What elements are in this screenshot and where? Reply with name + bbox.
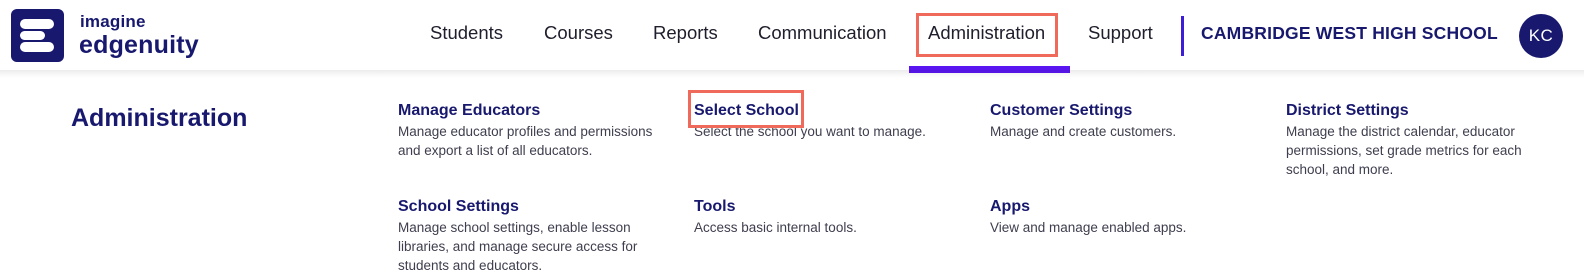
brand-line-2: edgenuity [79, 31, 199, 59]
menu-item-customer-settings: Customer Settings Manage and create cust… [990, 101, 1270, 141]
nav-support[interactable]: Support [1088, 22, 1153, 44]
school-settings-description: Manage school settings, enable lesson li… [398, 220, 638, 273]
menu-item-apps: Apps View and manage enabled apps. [990, 197, 1270, 237]
header-shadow [0, 70, 1584, 78]
manage-educators-link[interactable]: Manage Educators [398, 101, 540, 121]
menu-item-manage-educators: Manage Educators Manage educator profile… [398, 101, 678, 160]
customer-settings-link[interactable]: Customer Settings [990, 101, 1132, 121]
nav-communication[interactable]: Communication [758, 22, 887, 44]
brand-line-1: imagine [80, 12, 146, 31]
user-initials: KC [1528, 26, 1554, 45]
school-name[interactable]: CAMBRIDGE WEST HIGH SCHOOL [1201, 23, 1498, 44]
nav-students[interactable]: Students [430, 22, 503, 44]
nav-reports[interactable]: Reports [653, 22, 718, 44]
apps-description: View and manage enabled apps. [990, 220, 1187, 235]
menu-item-school-settings: School Settings Manage school settings, … [398, 197, 678, 275]
user-avatar[interactable]: KC [1519, 14, 1563, 58]
apps-link[interactable]: Apps [990, 197, 1030, 217]
tools-description: Access basic internal tools. [694, 220, 857, 235]
nav-courses[interactable]: Courses [544, 22, 613, 44]
manage-educators-description: Manage educator profiles and permissions… [398, 124, 653, 158]
customer-settings-description: Manage and create customers. [990, 124, 1177, 139]
district-settings-description: Manage the district calendar, educator p… [1286, 124, 1522, 177]
administration-highlight-box [916, 13, 1058, 57]
tools-link[interactable]: Tools [694, 197, 735, 217]
edgenuity-logo-icon[interactable] [11, 9, 64, 62]
district-settings-link[interactable]: District Settings [1286, 101, 1409, 121]
school-settings-link[interactable]: School Settings [398, 197, 519, 217]
select-school-highlight-box [688, 90, 804, 128]
menu-item-district-settings: District Settings Manage the district ca… [1286, 101, 1556, 179]
menu-item-tools: Tools Access basic internal tools. [694, 197, 974, 237]
menu-section-title: Administration [71, 104, 248, 132]
header-divider [1181, 16, 1184, 56]
top-header: imagine edgenuity Students Courses Repor… [0, 0, 1584, 73]
